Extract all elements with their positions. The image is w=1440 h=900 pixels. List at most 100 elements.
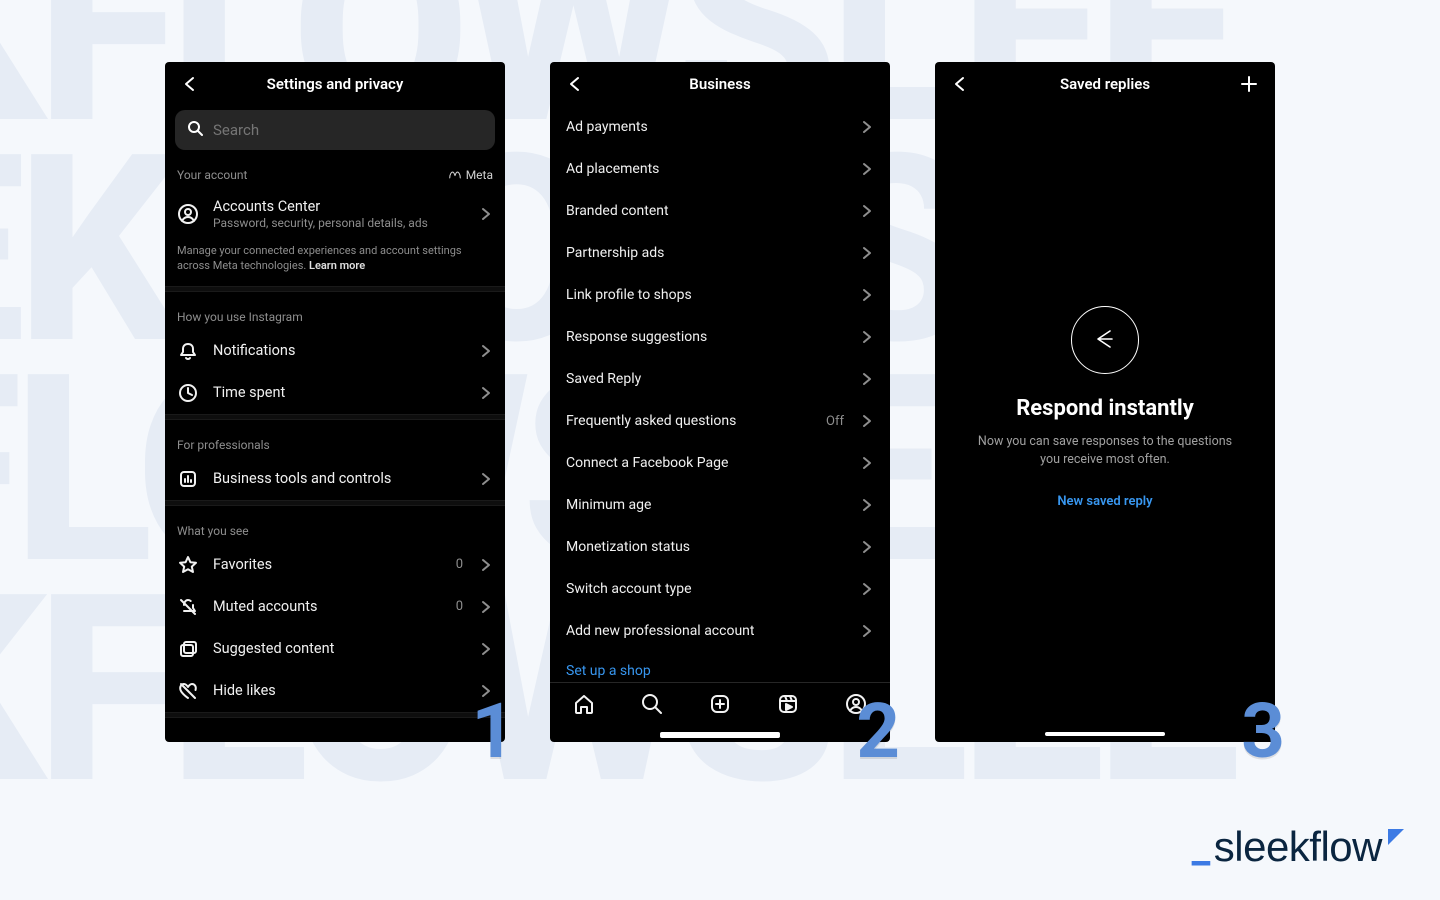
row-label: Monetization status (566, 539, 846, 555)
empty-state-sub: Now you can save responses to the questi… (975, 433, 1235, 468)
step-number-1: 1 (471, 686, 515, 776)
screenshot-saved-replies: Saved replies Respond instantly Now you … (935, 62, 1275, 742)
back-button[interactable] (945, 69, 975, 99)
tab-bar (550, 682, 890, 728)
business-row[interactable]: Ad placements (550, 148, 890, 190)
business-row[interactable]: Branded content (550, 190, 890, 232)
chevron-right-icon (479, 642, 493, 656)
business-row[interactable]: Link profile to shops (550, 274, 890, 316)
back-button[interactable] (175, 69, 205, 99)
chevron-right-icon (860, 246, 874, 260)
row-label: Ad payments (566, 119, 846, 135)
row-label: Minimum age (566, 497, 846, 513)
home-indicator (660, 732, 780, 736)
row-value: Off (826, 414, 844, 429)
bell-icon (177, 341, 199, 361)
screenshot-business: Business Ad payments Ad placements Branded… (550, 62, 890, 742)
page-title: Saved replies (1060, 75, 1150, 93)
section-your-account: Your account Meta (165, 150, 505, 188)
chevron-right-icon (479, 472, 493, 486)
profile-icon (177, 203, 199, 225)
setup-shop-link[interactable]: Set up a shop (550, 652, 890, 682)
tab-home[interactable] (573, 693, 595, 719)
star-icon (177, 555, 199, 575)
back-button[interactable] (560, 69, 590, 99)
account-note: Manage your connected experiences and ac… (165, 240, 505, 286)
meta-brand: Meta (448, 168, 493, 182)
row-notifications[interactable]: Notifications (165, 330, 505, 372)
new-saved-reply-link[interactable]: New saved reply (1057, 494, 1152, 509)
row-favorites[interactable]: Favorites 0 (165, 544, 505, 586)
heart-off-icon (177, 681, 199, 701)
chevron-right-icon (479, 558, 493, 572)
step-number-3: 3 (1241, 686, 1285, 776)
row-label: Frequently asked questions (566, 413, 812, 429)
business-row[interactable]: Minimum age (550, 484, 890, 526)
row-label: Saved Reply (566, 371, 846, 387)
chevron-right-icon (479, 386, 493, 400)
section-how-you-use: How you use Instagram (165, 292, 505, 330)
chevron-right-icon (860, 498, 874, 512)
row-time-spent[interactable]: Time spent (165, 372, 505, 414)
row-label: Ad placements (566, 161, 846, 177)
search-input[interactable] (175, 110, 495, 150)
header: Business (550, 62, 890, 106)
page-title: Business (689, 75, 750, 93)
business-row[interactable]: Partnership ads (550, 232, 890, 274)
business-row[interactable]: Saved Reply (550, 358, 890, 400)
row-accounts-center[interactable]: Accounts Center Password, security, pers… (165, 188, 505, 240)
logo-triangle-icon (1388, 829, 1404, 845)
chevron-right-icon (860, 414, 874, 428)
section-what-you-see: What you see (165, 506, 505, 544)
tab-create[interactable] (709, 693, 731, 719)
chevron-right-icon (860, 372, 874, 386)
tab-search[interactable] (641, 693, 663, 719)
add-button[interactable] (1233, 68, 1265, 100)
search-field[interactable] (213, 121, 483, 139)
row-label: Add new professional account (566, 623, 846, 639)
chart-icon (177, 469, 199, 489)
business-row[interactable]: Add new professional account (550, 610, 890, 652)
business-row[interactable]: Monetization status (550, 526, 890, 568)
header: Saved replies (935, 62, 1275, 106)
chevron-right-icon (860, 330, 874, 344)
section-for-professionals: For professionals (165, 420, 505, 458)
row-label: Partnership ads (566, 245, 846, 261)
chevron-right-icon (479, 207, 493, 221)
row-label: Connect a Facebook Page (566, 455, 846, 471)
business-row[interactable]: Frequently asked questions Off (550, 400, 890, 442)
chevron-right-icon (860, 540, 874, 554)
chevron-right-icon (860, 624, 874, 638)
row-label: Link profile to shops (566, 287, 846, 303)
row-label: Branded content (566, 203, 846, 219)
step-number-2: 2 (856, 686, 900, 776)
business-row[interactable]: Switch account type (550, 568, 890, 610)
chevron-right-icon (860, 120, 874, 134)
row-label: Response suggestions (566, 329, 846, 345)
clock-icon (177, 383, 199, 403)
row-hide-likes[interactable]: Hide likes (165, 670, 505, 712)
row-suggested-content[interactable]: Suggested content (165, 628, 505, 670)
chevron-right-icon (479, 344, 493, 358)
screenshot-settings-privacy: Settings and privacy Your account Meta A… (165, 62, 505, 742)
sleekflow-logo: _sleekflow (1192, 823, 1400, 872)
chevron-right-icon (860, 162, 874, 176)
empty-state-heading: Respond instantly (1016, 396, 1194, 421)
meta-icon (448, 170, 462, 180)
business-row[interactable]: Ad payments (550, 106, 890, 148)
row-business-tools[interactable]: Business tools and controls (165, 458, 505, 500)
business-row[interactable]: Response suggestions (550, 316, 890, 358)
chevron-right-icon (860, 582, 874, 596)
home-indicator (1045, 732, 1165, 736)
row-muted-accounts[interactable]: Muted accounts 0 (165, 586, 505, 628)
row-label: Switch account type (566, 581, 846, 597)
search-icon (187, 120, 203, 140)
header: Settings and privacy (165, 62, 505, 106)
chevron-right-icon (479, 600, 493, 614)
business-row[interactable]: Connect a Facebook Page (550, 442, 890, 484)
learn-more-link[interactable]: Learn more (309, 259, 365, 272)
reply-icon (1071, 306, 1139, 374)
chevron-right-icon (860, 204, 874, 218)
chevron-right-icon (860, 456, 874, 470)
tab-reels[interactable] (777, 693, 799, 719)
